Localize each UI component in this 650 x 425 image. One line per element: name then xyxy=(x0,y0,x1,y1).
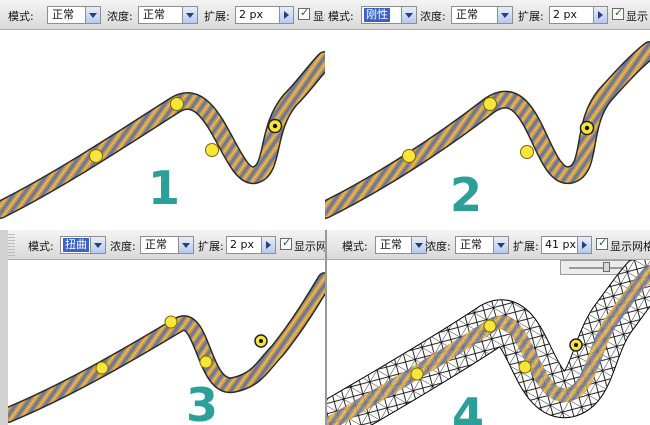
density-select[interactable]: 正常 xyxy=(138,6,198,24)
expansion-value: 41 px xyxy=(545,238,576,251)
canvas[interactable]: 2 xyxy=(325,30,650,220)
show-mesh-label: 显示网格 xyxy=(610,240,650,253)
pin xyxy=(520,145,534,159)
density-select[interactable]: 正常 xyxy=(451,6,513,24)
density-label: 浓度: xyxy=(110,240,136,253)
mode-value: 刚性 xyxy=(364,8,390,22)
canvas[interactable]: 3 xyxy=(8,260,325,425)
expansion-label: 扩展: xyxy=(518,10,544,23)
pin xyxy=(205,143,219,157)
density-value: 正常 xyxy=(456,8,478,21)
expansion-value: 2 px xyxy=(230,238,254,251)
expansion-field[interactable]: 2 px xyxy=(549,6,608,24)
mode-value: 扭曲 xyxy=(63,238,89,252)
chevron-down-icon[interactable] xyxy=(411,237,426,253)
density-value: 正常 xyxy=(145,238,167,251)
panel-3: 模式: 扭曲 浓度: 正常 扩展: 2 px 显示网 xyxy=(0,230,325,425)
chevron-down-icon[interactable] xyxy=(401,7,416,23)
mode-select[interactable]: 扭曲 xyxy=(60,236,106,254)
rope-drawing xyxy=(327,249,650,425)
density-label: 浓度: xyxy=(420,10,446,23)
expansion-value: 2 px xyxy=(553,8,577,21)
step-number: 1 xyxy=(148,161,181,215)
options-bar: 模式: 扭曲 浓度: 正常 扩展: 2 px 显示网 xyxy=(8,230,325,260)
expansion-field[interactable]: 2 px xyxy=(235,6,294,24)
show-mesh-checkbox[interactable] xyxy=(298,6,310,20)
pin xyxy=(483,97,497,111)
step-number: 2 xyxy=(450,168,483,220)
pin xyxy=(402,149,416,163)
expansion-label: 扩展: xyxy=(513,240,539,253)
slider-toggle-icon[interactable] xyxy=(261,237,275,253)
expansion-label: 扩展: xyxy=(198,240,224,253)
options-bar: 模式: 正常 浓度: 正常 扩展: 2 px 显示 xyxy=(0,0,325,30)
slider-toggle-icon[interactable] xyxy=(593,7,607,23)
pin xyxy=(170,97,184,111)
slider-toggle-icon[interactable] xyxy=(577,237,591,253)
expansion-field[interactable]: 41 px xyxy=(541,236,592,254)
options-bar: 模式: 正常 浓度: 正常 扩展: 41 px 显示网格 xyxy=(327,230,650,260)
chevron-down-icon[interactable] xyxy=(493,237,508,253)
pin xyxy=(89,149,103,163)
step-number: 4 xyxy=(452,388,485,425)
density-label: 浓度: xyxy=(107,10,133,23)
rope-drawing xyxy=(325,41,650,219)
show-mesh-checkbox[interactable] xyxy=(596,236,608,250)
slider-toggle-icon[interactable] xyxy=(279,7,293,23)
mode-value: 正常 xyxy=(52,8,74,21)
panel-4: 模式: 正常 浓度: 正常 扩展: 41 px 显示网格 xyxy=(325,230,650,425)
mode-value: 正常 xyxy=(380,238,402,251)
mode-select[interactable]: 正常 xyxy=(375,236,427,254)
rope-drawing xyxy=(8,272,325,423)
chevron-down-icon[interactable] xyxy=(85,7,100,23)
chevron-down-icon[interactable] xyxy=(182,7,197,23)
show-mesh-label: 显示 xyxy=(313,10,325,23)
expansion-field[interactable]: 2 px xyxy=(226,236,276,254)
density-label: 浓度: xyxy=(425,240,451,253)
density-select[interactable]: 正常 xyxy=(455,236,509,254)
mode-select[interactable]: 刚性 xyxy=(361,6,417,24)
chevron-down-icon[interactable] xyxy=(497,7,512,23)
density-value: 正常 xyxy=(460,238,482,251)
options-bar: 模式: 刚性 浓度: 正常 扩展: 2 px 显示 xyxy=(325,0,650,30)
expansion-value: 2 px xyxy=(239,8,263,21)
density-value: 正常 xyxy=(143,8,165,21)
mode-label: 模式: xyxy=(328,10,354,23)
panel-2: 模式: 刚性 浓度: 正常 扩展: 2 px 显示 xyxy=(325,0,650,220)
show-mesh-checkbox[interactable] xyxy=(280,236,292,250)
mode-label: 模式: xyxy=(342,240,368,253)
grip-icon[interactable] xyxy=(8,234,15,256)
show-mesh-label: 显示网 xyxy=(294,240,325,253)
pin xyxy=(164,315,178,329)
expansion-label: 扩展: xyxy=(204,10,230,23)
pin xyxy=(483,319,497,333)
chevron-down-icon[interactable] xyxy=(90,237,105,253)
show-mesh-checkbox[interactable] xyxy=(612,6,624,20)
pin xyxy=(95,361,109,375)
pin xyxy=(518,360,532,374)
chevron-down-icon[interactable] xyxy=(178,237,193,253)
canvas[interactable]: 4 xyxy=(327,249,650,425)
mode-label: 模式: xyxy=(8,10,34,23)
pin xyxy=(199,355,213,369)
pin xyxy=(410,367,424,381)
density-select[interactable]: 正常 xyxy=(140,236,194,254)
panel-1: 模式: 正常 浓度: 正常 扩展: 2 px 显示 xyxy=(0,0,325,220)
divider xyxy=(0,220,650,230)
mode-label: 模式: xyxy=(28,240,54,253)
mode-select[interactable]: 正常 xyxy=(47,6,101,24)
show-mesh-label: 显示 xyxy=(626,10,648,23)
step-number: 3 xyxy=(186,378,219,425)
canvas[interactable]: 1 xyxy=(0,30,325,220)
